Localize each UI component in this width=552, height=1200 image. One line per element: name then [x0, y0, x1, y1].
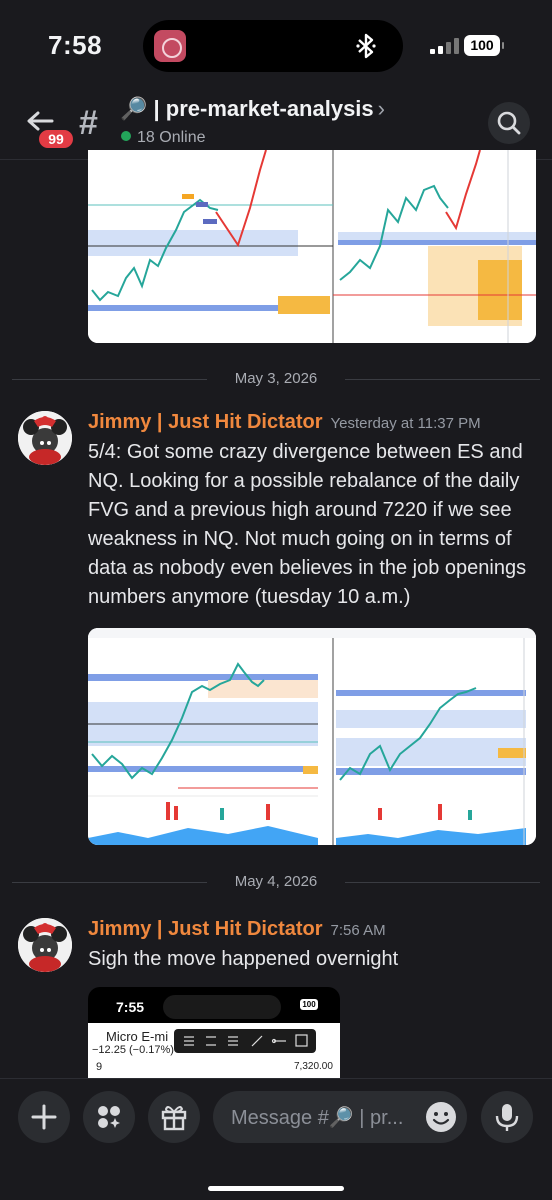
microphone-icon [495, 1104, 519, 1131]
message-1: Jimmy | Just Hit Dictator Yesterday at 11… [18, 411, 538, 611]
screenshot-symbol: Micro E-mi [106, 1029, 169, 1044]
chart-image-2 [88, 628, 536, 845]
plus-icon [31, 1104, 57, 1130]
avatar-image [18, 918, 72, 972]
unread-badge: 99 [37, 128, 75, 150]
message-text: 5/4: Got some crazy divergence between E… [88, 441, 527, 608]
message-placeholder: Message #🔎 | pr... [231, 1107, 404, 1129]
channel-name: 🔎 | pre-market-analysis [120, 96, 374, 121]
status-time: 7:58 [48, 30, 103, 60]
screenshot-drawing-toolbar [174, 1029, 316, 1053]
status-bar: 7:58 100 [0, 0, 552, 92]
avatar[interactable] [18, 411, 72, 465]
screenshot-interval: 9 [96, 1061, 103, 1073]
chevron-right-icon: › [377, 96, 385, 121]
author-name[interactable]: Jimmy | Just Hit Dictator [88, 411, 323, 433]
screenshot-change: −12.25 (−0.17%) [92, 1044, 174, 1056]
signal-icon [430, 38, 460, 54]
message-2: Jimmy | Just Hit Dictator 7:56 AM Sigh th… [18, 918, 538, 978]
apps-button[interactable] [83, 1091, 135, 1143]
channel-title[interactable]: 🔎 | pre-market-analysis › [120, 96, 385, 122]
chart-attachment-2[interactable] [88, 628, 536, 845]
battery-icon: 100 [464, 35, 504, 56]
add-attachment-button[interactable] [18, 1091, 70, 1143]
search-icon [497, 111, 521, 135]
screenshot-battery: 100 [300, 999, 318, 1010]
avatar[interactable] [18, 918, 72, 972]
emoji-icon[interactable] [425, 1101, 457, 1133]
home-indicator[interactable] [208, 1186, 344, 1191]
screenshot-attachment[interactable]: 7:55 100 Micro E-mi −12.25 (−0.17%) 9 7,… [88, 987, 340, 1079]
message-text: Sigh the move happened overnight [88, 948, 399, 970]
gift-button[interactable] [148, 1091, 200, 1143]
dynamic-island [143, 20, 403, 72]
author-name[interactable]: Jimmy | Just Hit Dictator [88, 918, 323, 940]
text-channel-icon: # [79, 104, 98, 142]
drawing-tools-icon [184, 1034, 308, 1047]
now-playing-app-icon [154, 30, 186, 62]
author-line: Jimmy | Just Hit Dictator Yesterday at 11… [88, 411, 481, 434]
message-timestamp: Yesterday at 11:37 PM [330, 415, 481, 432]
date-divider: May 4, 2026 [12, 872, 540, 892]
message-timestamp: 7:56 AM [330, 922, 386, 939]
screenshot-price: 7,320.00 [294, 1061, 333, 1072]
online-dot-icon [121, 131, 131, 141]
message-input[interactable]: Message #🔎 | pr... [213, 1091, 467, 1143]
screenshot-island [163, 995, 281, 1019]
date-divider: May 3, 2026 [12, 369, 540, 389]
screenshot-content: Micro E-mi −12.25 (−0.17%) 9 7,320.00 [88, 1023, 340, 1079]
online-count: 18 Online [121, 129, 206, 147]
chart-image-1 [88, 150, 536, 343]
search-button[interactable] [488, 102, 530, 144]
author-line: Jimmy | Just Hit Dictator 7:56 AM [88, 918, 386, 941]
online-text: 18 Online [137, 129, 206, 146]
avatar-image [18, 411, 72, 465]
bluetooth-icon [356, 33, 376, 59]
voice-message-button[interactable] [481, 1091, 533, 1143]
apps-icon [98, 1106, 120, 1128]
screenshot-time: 7:55 [116, 999, 145, 1015]
composer-bar: Message #🔎 | pr... [0, 1078, 552, 1200]
gift-icon [161, 1106, 187, 1131]
chart-attachment-1[interactable] [88, 150, 536, 343]
